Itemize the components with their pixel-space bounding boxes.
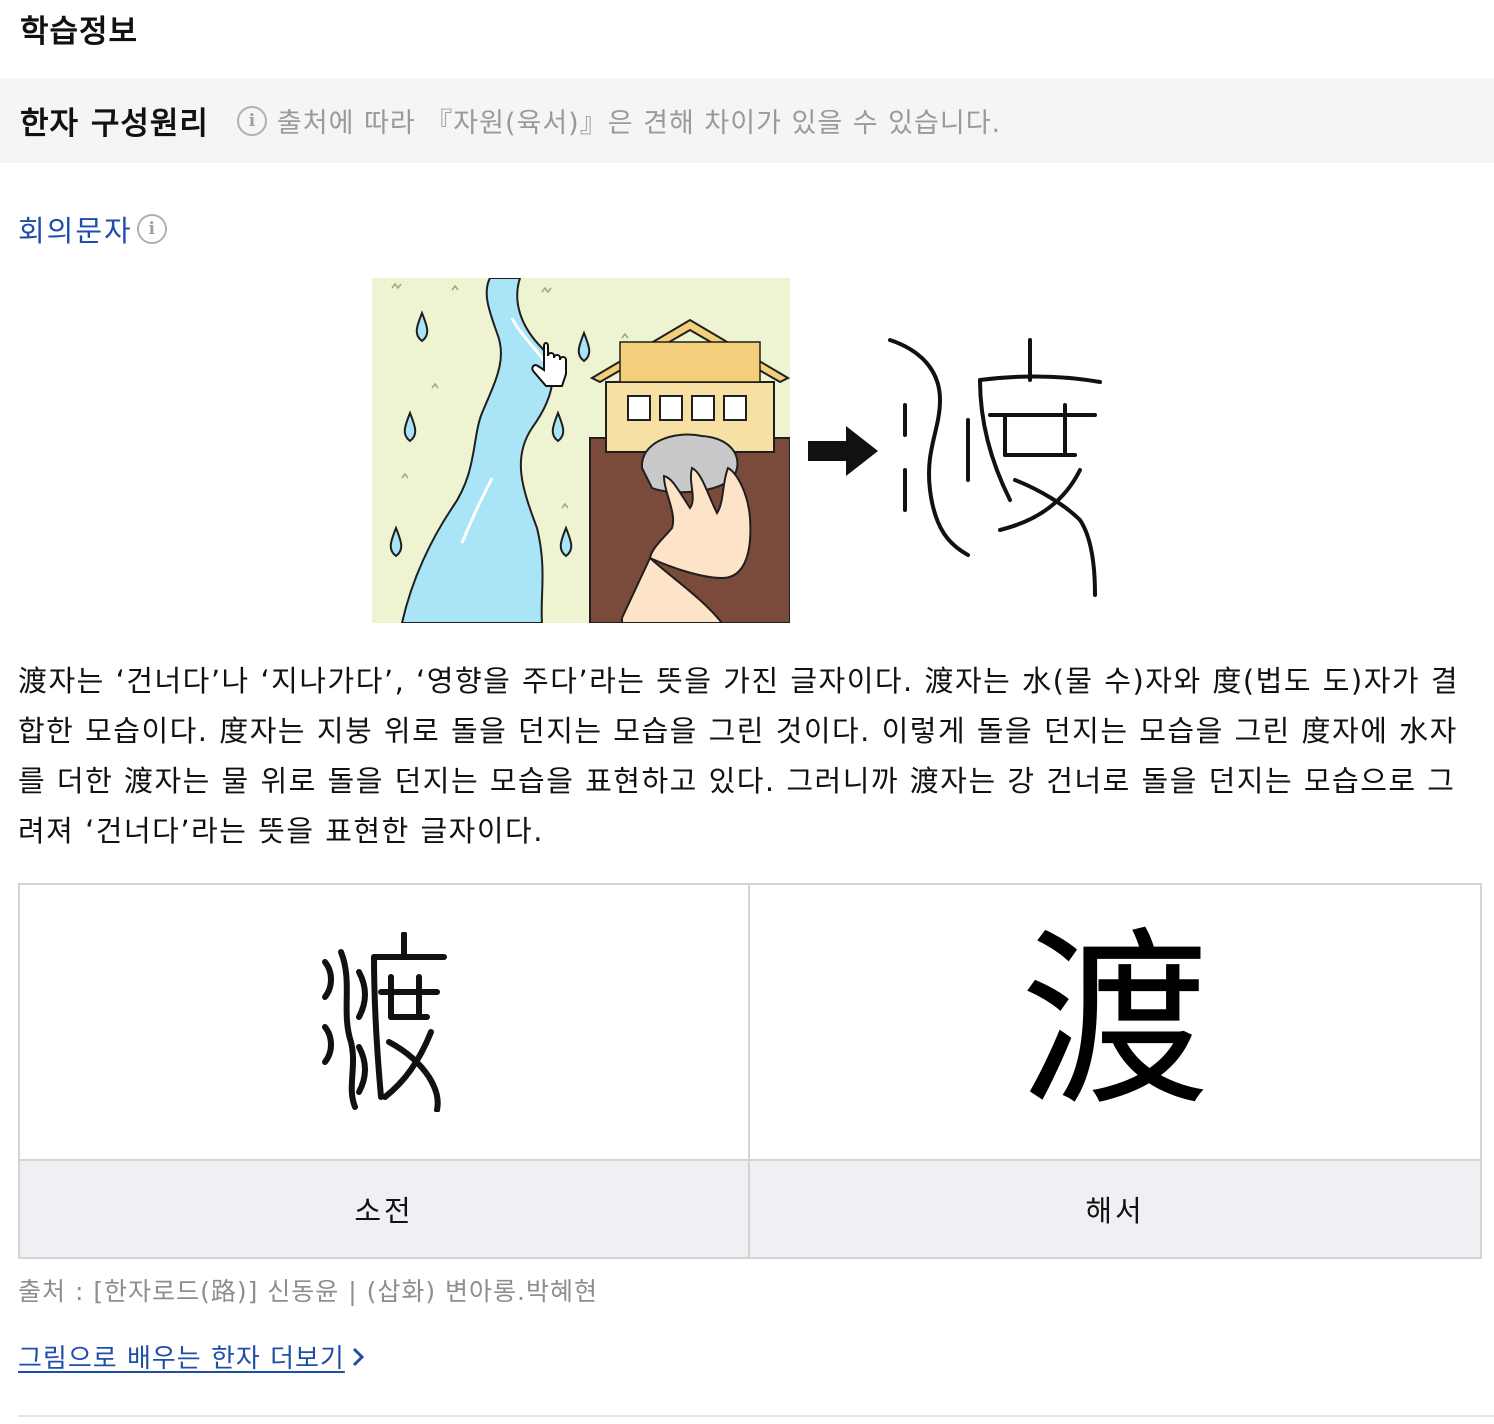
banner-note: 출처에 따라 『자원(육서)』은 견해 차이가 있을 수 있습니다. xyxy=(276,108,1002,139)
regular-script-label: 해서 xyxy=(750,1159,1480,1257)
seal-script-glyph-large xyxy=(888,338,1102,597)
seal-script-label: 소전 xyxy=(20,1159,750,1257)
divider xyxy=(18,1415,1494,1417)
banner-title: 한자 구성원리 xyxy=(20,106,209,142)
formation-type-label[interactable]: 회의문자 xyxy=(18,208,133,250)
script-comparison-table: 渡 소전 해서 xyxy=(18,883,1482,1259)
more-pictures-link-label[interactable]: 그림으로 배우는 한자 더보기 xyxy=(18,1338,345,1375)
section-title: 학습정보 xyxy=(20,14,139,50)
source-credit: 출처 : [한자로드(路)] 신동윤 | (삽화) 변아롱.박혜현 xyxy=(18,1277,598,1306)
regular-script-glyph: 渡 xyxy=(1019,911,1210,1132)
info-icon[interactable]: i xyxy=(236,105,267,136)
principle-banner: 한자 구성원리 i 출처에 따라 『자원(육서)』은 견해 차이가 있을 수 있… xyxy=(0,78,1494,163)
seal-script-glyph xyxy=(322,932,447,1112)
info-icon[interactable]: i xyxy=(136,214,167,244)
regular-script-cell: 渡 xyxy=(750,885,1480,1159)
etymology-illustration xyxy=(372,278,790,623)
arrow-right-icon xyxy=(808,426,878,476)
more-pictures-link[interactable]: 그림으로 배우는 한자 더보기 xyxy=(18,1338,365,1375)
seal-script-cell xyxy=(20,885,750,1159)
formation-type: 회의문자 i xyxy=(18,208,167,250)
chevron-right-icon xyxy=(352,1347,364,1366)
etymology-description: 渡자는 ‘건너다’나 ‘지나가다’, ‘영향을 주다’라는 뜻을 가진 글자이다… xyxy=(18,664,1460,848)
